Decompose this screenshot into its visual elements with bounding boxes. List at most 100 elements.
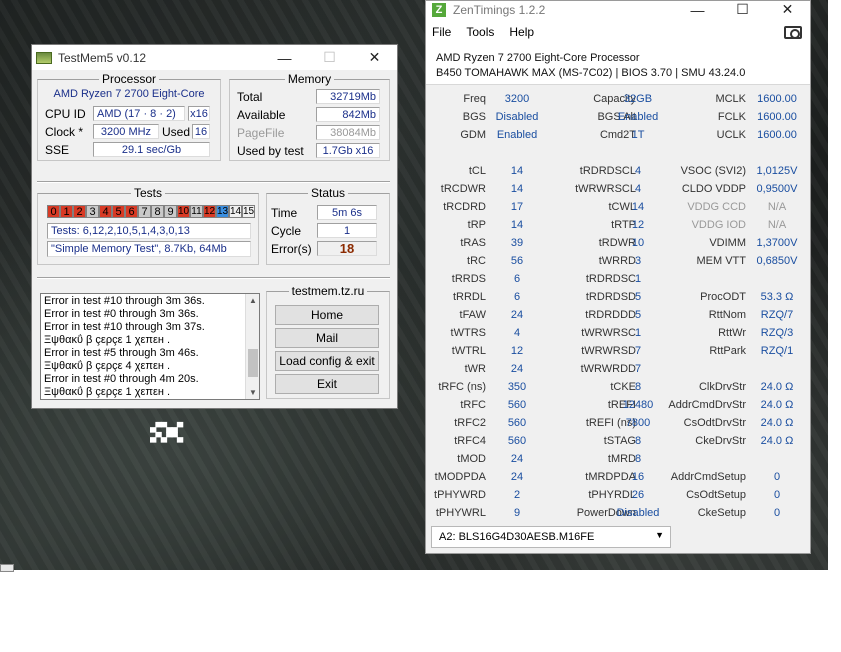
- timing-label: CLDO VDDP: [681, 183, 746, 195]
- sse-label: SSE: [45, 143, 70, 157]
- timing-label: tPHYWRD: [434, 489, 486, 501]
- test-cell: 5: [112, 205, 125, 218]
- scroll-down-arrow-icon[interactable]: ▼: [246, 386, 259, 399]
- group-legend: Status: [307, 186, 349, 200]
- processor-group: Processor AMD Ryzen 7 2700 Eight-Core CP…: [37, 72, 221, 161]
- timing-label: MEM VTT: [696, 255, 747, 267]
- timing-label: CsOdtDrvStr: [683, 417, 746, 429]
- test-cell: 9: [164, 205, 177, 218]
- dimm-select[interactable]: A2: BLS16G4D30AESB.M16FE ▼: [431, 526, 671, 548]
- maximize-button[interactable]: ☐: [720, 1, 765, 18]
- timing-row: [426, 147, 810, 165]
- timing-row: tRAS 39 tRDWR 10 VDIMM 1,3700V: [426, 237, 810, 255]
- timing-label: AddrCmdDrvStr: [668, 399, 746, 411]
- timing-value: 12: [510, 345, 524, 357]
- minimize-button[interactable]: —: [675, 1, 720, 18]
- error-log[interactable]: Error in test #10 through 3m 36s. Error i…: [40, 293, 260, 400]
- timing-value: 560: [507, 399, 527, 411]
- test-cell: 4: [99, 205, 112, 218]
- timing-value: 9: [513, 507, 521, 519]
- timing-value: 12480: [622, 399, 654, 411]
- cycle-label: Cycle: [271, 224, 302, 238]
- test-cell: 3: [86, 205, 99, 218]
- timing-label: ProcODT: [700, 291, 746, 303]
- exit-button[interactable]: Exit: [275, 374, 379, 394]
- testmem-titlebar[interactable]: TestMem5 v0.12 — ☐ ✕: [32, 45, 397, 70]
- timing-value: 24: [510, 471, 524, 483]
- timing-row: tRC 56 tWRRD 3 MEM VTT 0,6850V: [426, 255, 810, 273]
- timing-value: 24.0 Ω: [760, 399, 794, 411]
- log-scrollbar[interactable]: ▲ ▼: [245, 294, 259, 399]
- timing-label: ClkDrvStr: [698, 381, 746, 393]
- home-button[interactable]: Home: [275, 305, 379, 325]
- log-line: Ξψθακΰ β çερçε 1 χεπεн .: [44, 334, 171, 346]
- timing-value: 1T: [631, 129, 645, 141]
- timing-value: 0: [773, 489, 781, 501]
- chevron-down-icon: ▼: [655, 530, 664, 540]
- menu-tools[interactable]: Tools: [466, 25, 494, 39]
- cpu-name: AMD Ryzen 7 2700 Eight-Core Processor: [436, 52, 640, 64]
- menu-bar: File Tools Help: [426, 18, 810, 46]
- timing-value: 8: [634, 435, 642, 447]
- test-cell: 8: [151, 205, 164, 218]
- used-by-test-label: Used by test: [237, 144, 304, 158]
- taskbar-fragment: [0, 564, 14, 572]
- testmem-window: TestMem5 v0.12 — ☐ ✕ Processor AMD Ryzen…: [31, 44, 398, 409]
- scroll-up-arrow-icon[interactable]: ▲: [246, 294, 259, 307]
- divider: [37, 181, 390, 183]
- total-field: 32719Mb: [316, 89, 380, 104]
- timing-row: tRFC4 560 tSTAG 8 CkeDrvStr 24.0 Ω: [426, 435, 810, 453]
- timing-label: tFAW: [459, 309, 486, 321]
- timing-label: RttWr: [718, 327, 746, 339]
- sse-field: 29.1 sec/Gb: [93, 142, 210, 157]
- timing-label: tCL: [468, 165, 486, 177]
- timing-row: tRFC 560 tREFI 12480 AddrCmdDrvStr 24.0 Ω: [426, 399, 810, 417]
- test-cell: 7: [138, 205, 151, 218]
- timing-label: tRCDWR: [440, 183, 486, 195]
- timing-value: 8: [634, 453, 642, 465]
- timing-value: 7800: [625, 417, 651, 429]
- timing-value: 14: [510, 219, 524, 231]
- minimize-button[interactable]: —: [262, 45, 307, 70]
- mail-button[interactable]: Mail: [275, 328, 379, 348]
- site-legend: testmem.tz.ru: [288, 284, 368, 298]
- log-line: Error in test #10 through 3m 37s.: [44, 321, 205, 333]
- load-config-exit-button[interactable]: Load config & exit: [275, 351, 379, 371]
- timing-label: RttNom: [708, 309, 746, 321]
- timing-value: 2: [513, 489, 521, 501]
- screenshot-camera-icon[interactable]: [784, 25, 802, 39]
- close-button[interactable]: ✕: [765, 1, 810, 18]
- menu-file[interactable]: File: [432, 25, 451, 39]
- scroll-thumb[interactable]: [248, 349, 258, 377]
- timing-row: tFAW 24 tRDRDDD 5 RttNom RZQ/7: [426, 309, 810, 327]
- log-line: Error in test #0 through 4m 20s.: [44, 373, 199, 385]
- timing-row: GDM Enabled Cmd2T 1T UCLK 1600.00: [426, 129, 810, 147]
- group-legend: Tests: [130, 186, 165, 200]
- timing-label: tWTRS: [450, 327, 486, 339]
- log-line: Error in test #5 through 3m 46s.: [44, 347, 199, 359]
- timing-label: CkeDrvStr: [695, 435, 746, 447]
- clock-label: Clock *: [45, 125, 84, 139]
- timing-label: tMOD: [457, 453, 486, 465]
- timing-value: 1600.00: [757, 129, 797, 141]
- errors-field: 18: [317, 241, 377, 256]
- test-cell: 11: [190, 205, 203, 218]
- status-group: Status Time 5m 6s Cycle 1 Error(s) 18: [266, 186, 390, 265]
- timing-row: tRFC2 560 tREFI (ns) 7800 CsOdtDrvStr 24.0 Ω: [426, 417, 810, 435]
- test-cell: 12: [203, 205, 216, 218]
- timing-value: 56: [510, 255, 524, 267]
- used-label: Used: [162, 125, 191, 139]
- timing-row: BGS Disabled BGS Alt Enabled FCLK 1600.00: [426, 111, 810, 129]
- timing-label: tRFC2: [454, 417, 486, 429]
- zentimings-titlebar[interactable]: Z ZenTimings 1.2.2 — ☐ ✕: [426, 1, 810, 18]
- timing-value: N/A: [767, 219, 787, 231]
- log-line: Error in test #0 through 3m 36s.: [44, 308, 199, 320]
- memory-group: Memory Total 32719Mb Available 842Mb Pag…: [229, 72, 390, 161]
- cycle-field: 1: [317, 223, 377, 238]
- menu-help[interactable]: Help: [509, 25, 534, 39]
- timing-value: 26: [631, 489, 645, 501]
- timing-value: 1600.00: [757, 93, 797, 105]
- close-button[interactable]: ✕: [352, 45, 397, 70]
- timing-label: tRCDRD: [443, 201, 486, 213]
- timing-label: tPHYWRL: [435, 507, 486, 519]
